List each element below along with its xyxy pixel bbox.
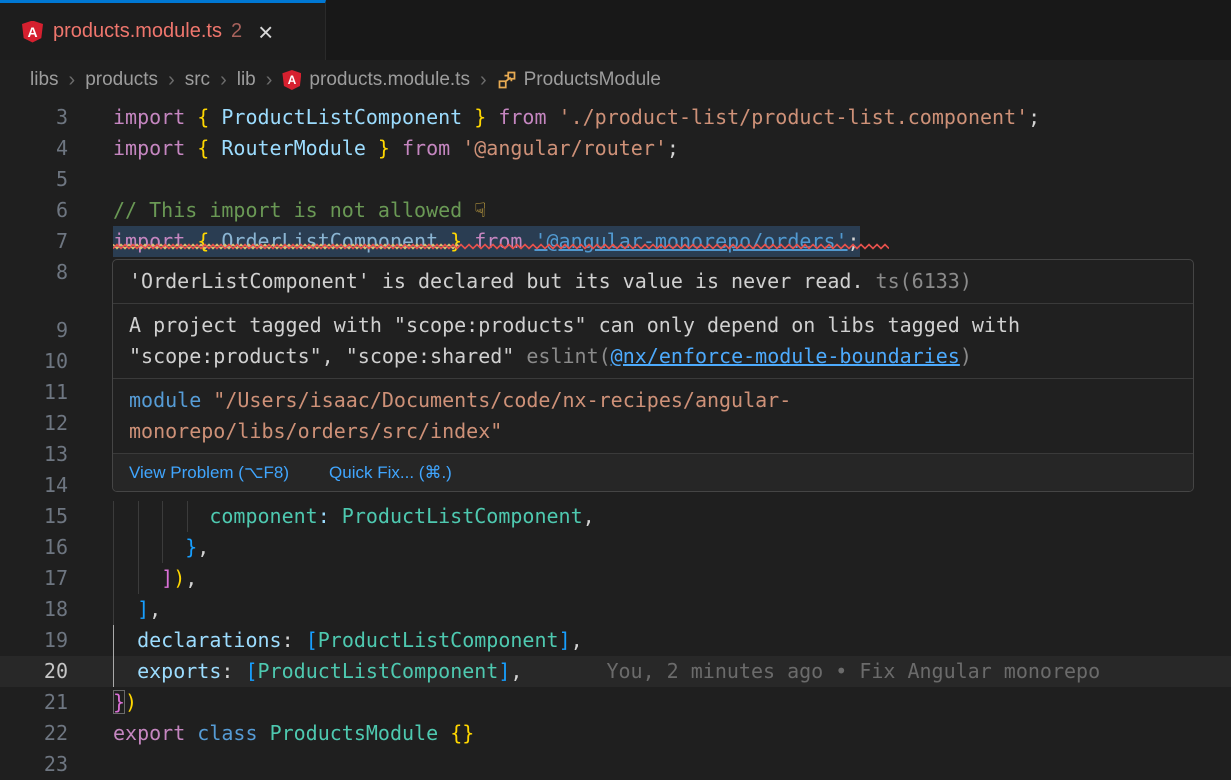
code-line-content[interactable]: ], xyxy=(113,594,1231,625)
breadcrumb-separator: › xyxy=(168,69,175,92)
line-number[interactable]: 19 xyxy=(0,625,68,656)
breadcrumb: libs › products › src › lib › Aproducts.module.t… xyxy=(0,60,1231,100)
indent-guide xyxy=(113,563,114,594)
line-number[interactable]: 4 xyxy=(0,133,68,164)
code-line-content[interactable] xyxy=(113,164,1231,195)
action-quick[interactable]: Quick Fix... (⌘.) xyxy=(329,463,452,483)
line-number[interactable]: 17 xyxy=(0,563,68,594)
breadcrumb-separator: › xyxy=(266,69,273,92)
git-blame-annotation: You, 2 minutes ago • Fix Angular monorep… xyxy=(606,659,1100,683)
indent-guide xyxy=(138,501,139,532)
active-indent-guide xyxy=(113,656,114,687)
code-line: 4 import { RouterModule } from '@angular/… xyxy=(0,133,1231,164)
code-line: 3 import { ProductListComponent } from '.… xyxy=(0,102,1231,133)
line-number[interactable]: 23 xyxy=(0,749,68,780)
tab-bar: A products.module.ts 2 × xyxy=(0,0,1231,60)
eslint-rule-link[interactable]: @nx/enforce-module-boundaries xyxy=(611,344,960,368)
action-view[interactable]: View Problem (⌥F8) xyxy=(129,463,289,483)
line-number[interactable]: 3 xyxy=(0,102,68,133)
code-line-content[interactable]: ]), xyxy=(113,563,1231,594)
code-line-content[interactable]: component: ProductListComponent, xyxy=(113,501,1231,532)
indent-guide xyxy=(138,532,139,563)
indent-guide xyxy=(162,532,163,563)
code-editor: 3 import { ProductListComponent } from '.… xyxy=(0,100,1231,780)
close-icon[interactable]: × xyxy=(258,22,273,42)
code-line-content[interactable]: import { OrderListComponent } from '@ang… xyxy=(113,226,1231,257)
breadcrumb-item-products[interactable]: products xyxy=(85,69,158,91)
code-line: 22 export class ProductsModule {} xyxy=(0,718,1231,749)
line-number[interactable]: 5 xyxy=(0,164,68,195)
symbol-class-icon xyxy=(497,70,517,90)
angular-icon: A xyxy=(282,70,301,90)
line-number[interactable]: 15 xyxy=(0,501,68,532)
hover-message: module "/Users/isaac/Documents/code/nx-r… xyxy=(113,379,1193,454)
code-line: 23 xyxy=(0,749,1231,780)
line-number[interactable]: 7 xyxy=(0,226,68,257)
indent-guide xyxy=(113,501,114,532)
line-number[interactable]: 9 xyxy=(0,315,68,346)
breadcrumb-separator: › xyxy=(480,69,487,92)
code-line: 20 exports: [ProductListComponent],You, … xyxy=(0,656,1231,687)
breadcrumb-item-src[interactable]: src xyxy=(185,69,210,91)
line-number[interactable]: 21 xyxy=(0,687,68,718)
diagnostic-hover-popup: 'OrderListComponent' is declared but its… xyxy=(112,259,1194,492)
code-line: 5 xyxy=(0,164,1231,195)
code-line: 21}) xyxy=(0,687,1231,718)
code-line: 15 component: ProductListComponent, xyxy=(0,501,1231,532)
code-line-content[interactable]: export class ProductsModule {} xyxy=(113,718,1231,749)
active-indent-guide xyxy=(113,625,114,656)
indent-guide xyxy=(113,594,114,625)
line-number[interactable]: 8 xyxy=(0,257,68,288)
code-line: 7 import { OrderListComponent } from '@an… xyxy=(0,226,1231,257)
code-line-content[interactable]: }, xyxy=(113,532,1231,563)
hover-message: 'OrderListComponent' is declared but its… xyxy=(113,260,1193,304)
code-line-content[interactable]: import { ProductListComponent } from './… xyxy=(113,102,1231,133)
indent-guide xyxy=(113,532,114,563)
tab-title: products.module.ts xyxy=(53,20,222,43)
indent-guide xyxy=(138,563,139,594)
code-line: 17 ]), xyxy=(0,563,1231,594)
code-line-content[interactable]: exports: [ProductListComponent],You, 2 m… xyxy=(113,656,1231,687)
line-number[interactable]: 12 xyxy=(0,408,68,439)
breadcrumb-separator: › xyxy=(220,69,227,92)
line-number[interactable]: 16 xyxy=(0,532,68,563)
breadcrumb-separator: › xyxy=(69,69,76,92)
indent-guide xyxy=(162,501,163,532)
angular-icon: A xyxy=(22,21,43,43)
indent-guide xyxy=(187,501,188,532)
line-number[interactable]: 13 xyxy=(0,439,68,470)
breadcrumb-item-lib[interactable]: lib xyxy=(237,69,256,91)
code-line: 16 }, xyxy=(0,532,1231,563)
hover-message: A project tagged with "scope:products" c… xyxy=(113,304,1193,379)
line-number[interactable]: 6 xyxy=(0,195,68,226)
code-line-content[interactable]: declarations: [ProductListComponent], xyxy=(113,625,1231,656)
breadcrumb-item-products-module-ts[interactable]: products.module.ts xyxy=(309,69,470,91)
line-number[interactable]: 20 xyxy=(0,656,68,687)
line-number[interactable]: 22 xyxy=(0,718,68,749)
hover-action-bar: View Problem (⌥F8) Quick Fix... (⌘.) xyxy=(113,454,1193,491)
breadcrumb-item-productsmodule[interactable]: ProductsModule xyxy=(524,69,661,91)
highlighted-range: import { OrderListComponent } from '@ang… xyxy=(113,226,860,257)
code-line-content[interactable]: import { RouterModule } from '@angular/r… xyxy=(113,133,1231,164)
tab-problem-count: 2 xyxy=(231,20,242,43)
breadcrumb-item-libs[interactable]: libs xyxy=(30,69,59,91)
code-line-content[interactable]: // This import is not allowed ☟ xyxy=(113,195,1231,226)
code-line-content[interactable]: }) xyxy=(113,687,1231,718)
code-line-content[interactable] xyxy=(113,749,1231,780)
code-line: 18 ], xyxy=(0,594,1231,625)
tab-products-module[interactable]: A products.module.ts 2 × xyxy=(0,0,326,60)
line-number[interactable]: 18 xyxy=(0,594,68,625)
code-line: 19 declarations: [ProductListComponent], xyxy=(0,625,1231,656)
line-number[interactable]: 14 xyxy=(0,470,68,501)
code-line: 6 // This import is not allowed ☟ xyxy=(0,195,1231,226)
line-number[interactable]: 10 xyxy=(0,346,68,377)
line-number[interactable]: 11 xyxy=(0,377,68,408)
